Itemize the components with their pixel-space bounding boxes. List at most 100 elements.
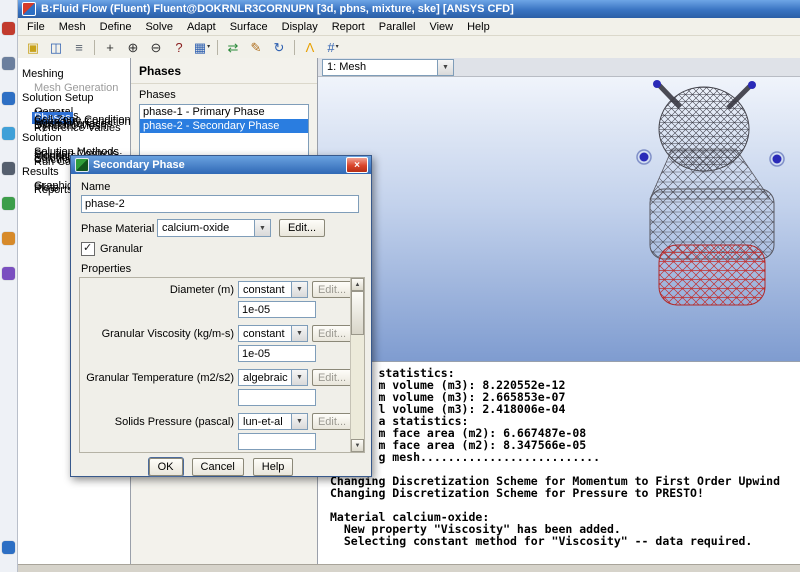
- granular-temperature-m2-s2--value-input[interactable]: [238, 389, 316, 406]
- title-bar[interactable]: B:Fluid Flow (Fluent) Fluent@DOKRNLR3COR…: [18, 0, 800, 18]
- save-icon[interactable]: ◫: [45, 37, 67, 57]
- chevron-down-icon[interactable]: [291, 414, 307, 429]
- list-item[interactable]: phase-2 - Secondary Phase: [140, 119, 308, 133]
- tree-item-boundary-conditions[interactable]: Boundary Conditions: [18, 115, 130, 128]
- menu-solve[interactable]: Solve: [138, 20, 180, 34]
- zoom-in-icon[interactable]: ⊕: [122, 37, 144, 57]
- taskbar-app-icon-1[interactable]: [2, 22, 15, 35]
- graphics-area: 1: Mesh ▼ statistics: m volume (m3): 8.2…: [318, 58, 800, 565]
- solids-pressure-pascal--edit-button[interactable]: Edit...: [312, 413, 350, 430]
- taskbar-app-icon-3[interactable]: [2, 92, 15, 105]
- solids-pressure-pascal--value-input[interactable]: [238, 433, 316, 450]
- menu-view[interactable]: View: [422, 20, 460, 34]
- zoom-out-icon[interactable]: ⊖: [145, 37, 167, 57]
- phase-material-edit-button[interactable]: Edit...: [279, 219, 325, 237]
- scrollbar-thumb[interactable]: [351, 291, 364, 335]
- granular-checkbox[interactable]: [81, 241, 95, 256]
- taskbar-app-icon-5[interactable]: [2, 162, 15, 175]
- menu-file[interactable]: File: [20, 20, 52, 34]
- edit-icon[interactable]: ✎: [245, 37, 267, 57]
- phase-material-combo[interactable]: calcium-oxide: [157, 219, 271, 237]
- close-icon[interactable]: [346, 157, 368, 173]
- mesh-render: [636, 80, 785, 306]
- property-row-granular-temperature-m2-s2-: Granular Temperature (m2/s2) algebraic Edi…: [84, 368, 350, 412]
- granular-temperature-m2-s2--edit-button[interactable]: Edit...: [312, 369, 350, 386]
- solids-pressure-pascal--method-combo[interactable]: lun-et-al: [238, 413, 308, 430]
- tree-item-solution-methods[interactable]: Solution Methods: [18, 145, 130, 158]
- granular-viscosity-kg-m-s--edit-button[interactable]: Edit...: [312, 325, 350, 342]
- display-options-icon[interactable]: ▦ ▾: [191, 37, 213, 57]
- granular-viscosity-kg-m-s--value-input[interactable]: [238, 345, 316, 362]
- console-line: Selecting constant method for "Viscosity…: [330, 534, 753, 548]
- menu-adapt[interactable]: Adapt: [180, 20, 223, 34]
- properties-panel: Diameter (m)constantEdit...Granular Visc…: [79, 277, 365, 453]
- page-title: Phases: [131, 58, 317, 84]
- ok-button[interactable]: OK: [148, 458, 183, 476]
- chevron-down-icon[interactable]: [291, 370, 307, 385]
- tree-section-meshing: Meshing: [22, 68, 64, 80]
- refresh-icon[interactable]: ↻: [268, 37, 290, 57]
- menu-display[interactable]: Display: [275, 20, 325, 34]
- dialog-icon: [75, 158, 89, 172]
- solids-pressure-pascal--method-combo-value: lun-et-al: [243, 415, 283, 428]
- ansys-logo-icon[interactable]: Λ: [299, 37, 321, 57]
- help-button[interactable]: Help: [252, 458, 294, 476]
- tree-item-mesh-interfaces[interactable]: Mesh Interfaces: [18, 117, 130, 130]
- chevron-down-icon[interactable]: [437, 59, 453, 75]
- chevron-down-icon[interactable]: [291, 282, 307, 297]
- probe-icon[interactable]: ?: [168, 37, 190, 57]
- hex-grid-icon[interactable]: # ▾: [322, 37, 344, 57]
- print-icon[interactable]: ≡: [68, 37, 90, 57]
- menu-help[interactable]: Help: [460, 20, 497, 34]
- solids-pressure-pascal--label: Solids Pressure (pascal): [114, 416, 234, 428]
- granular-checkbox-row[interactable]: Granular: [81, 241, 143, 256]
- menu-report[interactable]: Report: [325, 20, 372, 34]
- phases-list-label: Phases: [139, 89, 176, 101]
- taskbar-app-icon-6[interactable]: [2, 197, 15, 210]
- cancel-button[interactable]: Cancel: [191, 458, 244, 476]
- tree-item-solution-controls[interactable]: Solution Controls: [18, 147, 130, 160]
- secondary-phase-dialog: Secondary Phase Name Phase Material calc…: [70, 155, 372, 477]
- granular-temperature-m2-s2--method-combo[interactable]: algebraic: [238, 369, 308, 386]
- tree-item-mesh-generation[interactable]: Mesh Generation: [18, 81, 130, 94]
- phase-material-value: calcium-oxide: [162, 222, 230, 234]
- taskbar-app-icon-4[interactable]: [2, 127, 15, 140]
- dialog-title-bar[interactable]: Secondary Phase: [71, 156, 371, 174]
- diameter-m--value-input[interactable]: [238, 301, 316, 318]
- toolbar-separator: [217, 39, 218, 55]
- diameter-m--method-combo[interactable]: constant: [238, 281, 308, 298]
- taskbar-app-icon-8[interactable]: [2, 267, 15, 280]
- tree-item-cell-zone-conditions[interactable]: Cell Zone Conditions: [18, 113, 130, 126]
- open-icon[interactable]: ▣: [22, 37, 44, 57]
- menu-define[interactable]: Define: [93, 20, 139, 34]
- chevron-down-icon[interactable]: [291, 326, 307, 341]
- name-input[interactable]: [81, 195, 359, 213]
- dialog-buttons: OK Cancel Help: [71, 458, 371, 476]
- scroll-down-icon[interactable]: [351, 439, 364, 452]
- chevron-down-icon[interactable]: [254, 220, 270, 236]
- console-output[interactable]: statistics: m volume (m3): 8.220552e-12 …: [318, 361, 800, 565]
- pan-icon[interactable]: +: [99, 37, 121, 57]
- diameter-m--edit-button[interactable]: Edit...: [312, 281, 350, 298]
- menu-surface[interactable]: Surface: [223, 20, 275, 34]
- side-taskbar: [0, 0, 18, 572]
- menu-mesh[interactable]: Mesh: [52, 20, 93, 34]
- view-selector[interactable]: 1: Mesh: [322, 58, 454, 76]
- properties-label: Properties: [81, 263, 132, 275]
- list-item[interactable]: phase-1 - Primary Phase: [140, 105, 308, 119]
- tree-item-solution-initialization[interactable]: Solution Initialization: [18, 151, 130, 164]
- granular-viscosity-kg-m-s--method-combo[interactable]: constant: [238, 325, 308, 342]
- console-line: Changing Discretization Scheme for Press…: [330, 486, 704, 500]
- name-label: Name: [81, 181, 111, 193]
- taskbar-app-icon-9[interactable]: [2, 541, 15, 554]
- scroll-up-icon[interactable]: [351, 278, 364, 291]
- taskbar-app-icon-2[interactable]: [2, 57, 15, 70]
- mesh-viewport[interactable]: [318, 77, 800, 361]
- taskbar-app-icon-7[interactable]: [2, 232, 15, 245]
- properties-scrollbar[interactable]: [350, 278, 364, 452]
- view-selector-value: 1: Mesh: [327, 61, 367, 73]
- menu-parallel[interactable]: Parallel: [372, 20, 423, 34]
- swap-views-icon[interactable]: ⇄: [222, 37, 244, 57]
- tree-item-reference-values[interactable]: Reference Values: [18, 121, 130, 134]
- window-title: B:Fluid Flow (Fluent) Fluent@DOKRNLR3COR…: [41, 3, 514, 15]
